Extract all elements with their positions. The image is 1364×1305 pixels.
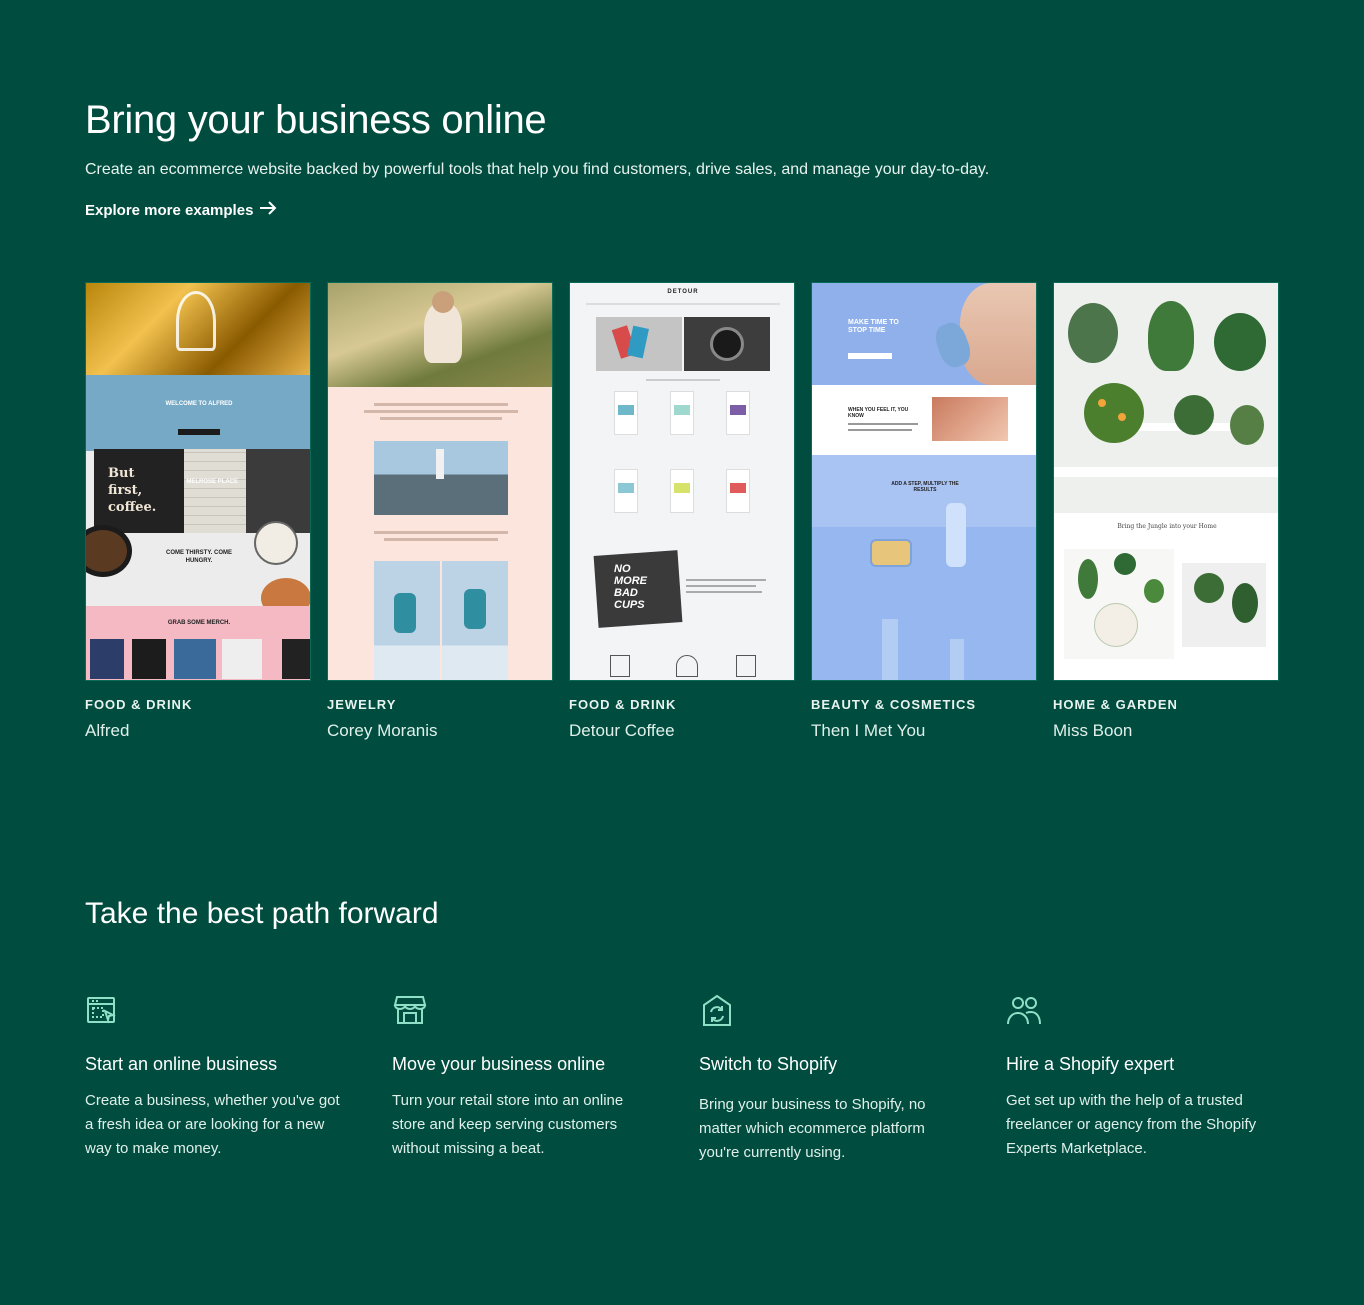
example-thumbnail-alfred[interactable]: WELCOME TO ALFRED But first, coffee. MEL… — [85, 282, 311, 681]
paths-list: Start an online business Create a busine… — [85, 993, 1313, 1165]
example-card-miss-boon[interactable]: Bring the Jungle into your Home HOME & G… — [1053, 282, 1279, 741]
people-icon — [1006, 993, 1042, 1029]
example-card-corey-moranis[interactable]: JEWELRY Corey Moranis — [327, 282, 553, 741]
example-category: HOME & GARDEN — [1053, 697, 1178, 712]
timy-thumb-step: ADD A STEP, MULTIPLY THE RESULTS — [891, 481, 959, 493]
example-category: JEWELRY — [327, 697, 397, 712]
explore-examples-label: Explore more examples — [85, 201, 254, 219]
arrow-right-icon — [259, 201, 277, 219]
path-heading: Move your business online — [392, 1054, 606, 1074]
example-name: Corey Moranis — [327, 721, 438, 740]
example-name: Miss Boon — [1053, 721, 1133, 740]
storefront-icon — [392, 993, 428, 1029]
path-item-switch[interactable]: Switch to Shopify Bring your business to… — [699, 993, 1006, 1165]
example-category: FOOD & DRINK — [85, 697, 193, 712]
examples-grid: WELCOME TO ALFRED But first, coffee. MEL… — [85, 282, 1279, 741]
missboon-thumb-tagline: Bring the Jungle into your Home — [1117, 523, 1217, 530]
path-description: Create a business, whether you've got a … — [85, 1092, 340, 1157]
hero-subtitle: Create an ecommerce website backed by po… — [85, 161, 990, 178]
example-category: FOOD & DRINK — [569, 697, 677, 712]
path-heading: Switch to Shopify — [699, 1054, 838, 1074]
alfred-thumb-thirsty: COME THIRSTY. COME HUNGRY. — [165, 550, 232, 564]
example-name: Detour Coffee — [569, 721, 675, 740]
example-thumbnail-then-i-met-you[interactable]: MAKE TIME TO STOP TIME WHEN YOU FEEL IT,… — [811, 282, 1037, 681]
example-card-detour-coffee[interactable]: DETOUR NO MORE BAD CUPS FOOD & DRINK Det… — [569, 282, 795, 741]
path-description: Bring your business to Shopify, no matte… — [699, 1096, 926, 1161]
path-description: Turn your retail store into an online st… — [392, 1092, 624, 1157]
explore-examples-link[interactable]: Explore more examples — [85, 201, 277, 219]
timy-thumb-headline: MAKE TIME TO STOP TIME — [848, 319, 899, 334]
example-name: Alfred — [85, 721, 130, 740]
alfred-thumb-merch: GRAB SOME MERCH. — [167, 620, 231, 626]
example-thumbnail-miss-boon[interactable]: Bring the Jungle into your Home — [1053, 282, 1279, 681]
timy-thumb-feel: WHEN YOU FEEL IT, YOU KNOW — [848, 407, 909, 419]
store-builder-icon — [85, 993, 121, 1029]
switch-store-icon — [699, 993, 735, 1029]
path-item-start[interactable]: Start an online business Create a busine… — [85, 993, 392, 1165]
path-heading: Hire a Shopify expert — [1006, 1054, 1175, 1074]
path-heading: Start an online business — [85, 1054, 278, 1074]
example-thumbnail-detour-coffee[interactable]: DETOUR NO MORE BAD CUPS — [569, 282, 795, 681]
paths-title: Take the best path forward — [85, 897, 439, 930]
example-thumbnail-corey-moranis[interactable] — [327, 282, 553, 681]
alfred-thumb-coffee: But first, coffee. — [108, 466, 157, 515]
example-card-alfred[interactable]: WELCOME TO ALFRED But first, coffee. MEL… — [85, 282, 311, 741]
path-description: Get set up with the help of a trusted fr… — [1006, 1092, 1257, 1157]
example-name: Then I Met You — [811, 721, 926, 740]
path-item-hire[interactable]: Hire a Shopify expert Get set up with th… — [1006, 993, 1313, 1165]
example-card-then-i-met-you[interactable]: MAKE TIME TO STOP TIME WHEN YOU FEEL IT,… — [811, 282, 1037, 741]
example-category: BEAUTY & COSMETICS — [811, 697, 977, 712]
alfred-thumb-melrose: MELROSE PLACE — [186, 479, 238, 485]
hero-title: Bring your business online — [85, 98, 547, 142]
detour-thumb-logo: DETOUR — [667, 289, 699, 295]
alfred-thumb-welcome: WELCOME TO ALFRED — [165, 401, 233, 407]
path-item-move[interactable]: Move your business online Turn your reta… — [392, 993, 699, 1165]
detour-thumb-slogan: NO MORE BAD CUPS — [614, 563, 647, 611]
